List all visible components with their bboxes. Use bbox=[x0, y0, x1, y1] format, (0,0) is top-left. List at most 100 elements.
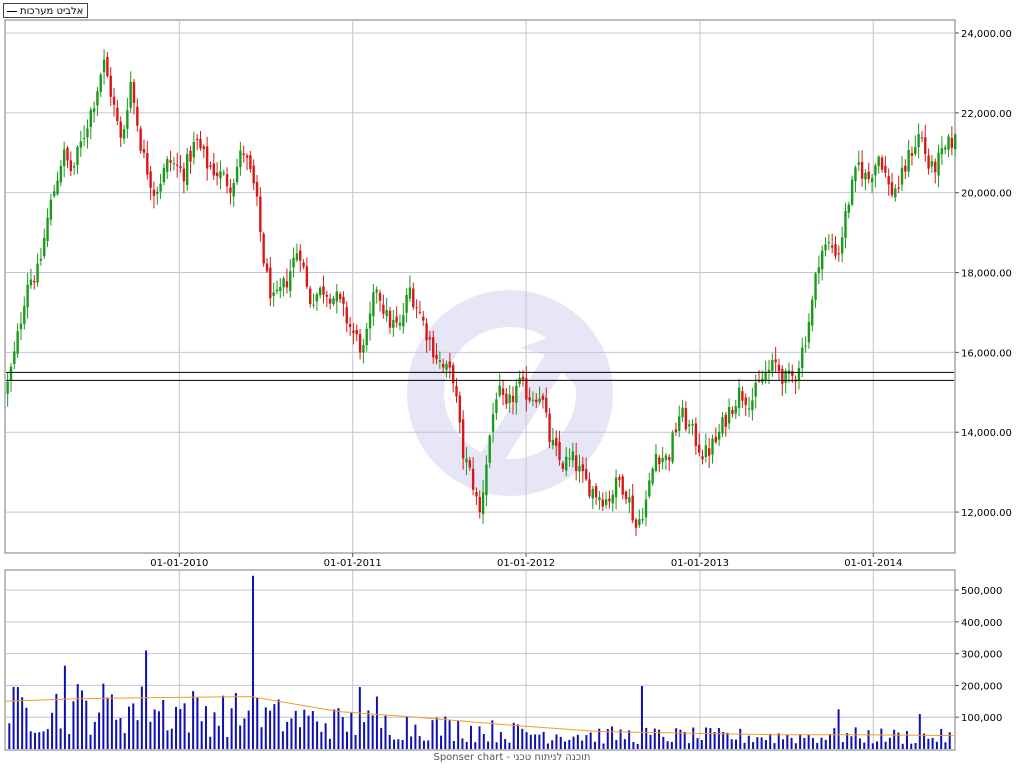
volume-bar bbox=[713, 732, 716, 749]
candle-body bbox=[827, 242, 831, 244]
candle-body bbox=[378, 292, 382, 301]
candle-body bbox=[252, 165, 255, 184]
volume-bar bbox=[145, 650, 148, 749]
volume-bar bbox=[910, 743, 913, 749]
volume-bar bbox=[192, 691, 195, 749]
candle-body bbox=[355, 329, 358, 335]
volume-bar bbox=[914, 743, 917, 749]
volume-bar bbox=[867, 730, 870, 749]
candle-body bbox=[162, 168, 166, 183]
candle-body bbox=[23, 306, 26, 324]
candle-body bbox=[651, 468, 654, 484]
candle-body bbox=[322, 286, 325, 295]
volume-bar bbox=[589, 732, 592, 749]
volume-bar bbox=[371, 715, 374, 749]
candle-body bbox=[568, 458, 571, 460]
volume-bar bbox=[243, 718, 246, 749]
candle-body bbox=[382, 304, 385, 314]
date-tick-label: 01-01-2010 bbox=[150, 558, 208, 569]
candle-body bbox=[821, 250, 824, 270]
volume-bar bbox=[739, 728, 742, 749]
candle-body bbox=[721, 417, 724, 434]
candle-body bbox=[478, 496, 481, 513]
volume-bar bbox=[782, 739, 785, 749]
candle-body bbox=[691, 424, 694, 426]
candle-body bbox=[717, 431, 721, 440]
candle-body bbox=[172, 163, 176, 165]
candle-body bbox=[16, 331, 19, 354]
price-tick-label: 12,000.00 bbox=[961, 508, 1012, 519]
volume-bar bbox=[260, 727, 263, 749]
candle-body bbox=[332, 298, 335, 305]
volume-bar bbox=[68, 734, 71, 749]
volume-bar bbox=[636, 743, 639, 749]
candle-body bbox=[807, 321, 811, 343]
candle-body bbox=[914, 146, 917, 155]
volume-bar bbox=[696, 738, 699, 749]
candle-body bbox=[53, 191, 56, 197]
candle-body bbox=[212, 163, 215, 176]
candle-body bbox=[19, 323, 23, 330]
candle-body bbox=[774, 359, 777, 363]
volume-tick-label: 400,000 bbox=[961, 618, 1002, 629]
volume-bar bbox=[457, 720, 460, 749]
candle-body bbox=[438, 360, 442, 362]
candle-body bbox=[937, 152, 940, 176]
volume-bar bbox=[722, 732, 725, 749]
candle-body bbox=[62, 149, 66, 167]
candle-body bbox=[664, 455, 668, 461]
volume-bar bbox=[294, 710, 297, 749]
candle-body bbox=[565, 456, 568, 471]
volume-bar bbox=[307, 715, 310, 749]
volume-bar bbox=[358, 687, 361, 749]
candle-body bbox=[249, 155, 252, 170]
candle-body bbox=[335, 291, 339, 302]
volume-bar bbox=[119, 718, 122, 749]
candle-body bbox=[837, 253, 841, 255]
candle-body bbox=[348, 323, 352, 327]
volume-bar bbox=[927, 738, 930, 749]
candle-body bbox=[850, 179, 854, 205]
candle-body bbox=[432, 337, 435, 358]
volume-bar bbox=[858, 738, 861, 749]
volume-bar bbox=[21, 697, 24, 749]
volume-bar bbox=[448, 720, 451, 749]
price-tick-label: 18,000.00 bbox=[961, 269, 1012, 280]
candle-body bbox=[39, 258, 43, 261]
volume-bar bbox=[482, 734, 485, 749]
candle-body bbox=[618, 477, 621, 480]
candle-body bbox=[817, 267, 821, 274]
candle-body bbox=[169, 160, 172, 163]
volume-bar bbox=[375, 696, 378, 749]
volume-axis: 100,000 200,000 300,000 400,000 500,000 bbox=[955, 586, 1002, 724]
volume-bar bbox=[829, 733, 832, 749]
volume-bar bbox=[175, 706, 178, 749]
volume-bar bbox=[465, 741, 468, 749]
volume-bar bbox=[670, 741, 673, 749]
volume-bar bbox=[51, 712, 54, 749]
candle-body bbox=[711, 438, 714, 455]
volume-bar bbox=[431, 720, 434, 749]
candle-body bbox=[455, 386, 458, 397]
volume-bar bbox=[495, 742, 498, 749]
candle-body bbox=[684, 408, 688, 430]
candle-body bbox=[598, 497, 601, 501]
candle-body bbox=[521, 376, 525, 380]
volume-bar bbox=[564, 741, 567, 749]
candle-body bbox=[398, 322, 402, 326]
candle-body bbox=[425, 323, 428, 341]
volume-bar bbox=[824, 739, 827, 749]
volume-bar bbox=[380, 728, 383, 749]
candle-body bbox=[508, 394, 511, 403]
candle-body bbox=[229, 187, 232, 193]
candle-body bbox=[112, 96, 116, 105]
volume-bar bbox=[444, 716, 447, 749]
candle-body bbox=[405, 294, 408, 313]
candle-body bbox=[654, 453, 658, 471]
candle-body bbox=[747, 408, 751, 410]
volume-bar bbox=[469, 725, 472, 749]
volume-bar bbox=[132, 703, 135, 749]
candle-body bbox=[624, 491, 628, 500]
candle-body bbox=[870, 178, 874, 183]
candle-body bbox=[854, 167, 857, 182]
